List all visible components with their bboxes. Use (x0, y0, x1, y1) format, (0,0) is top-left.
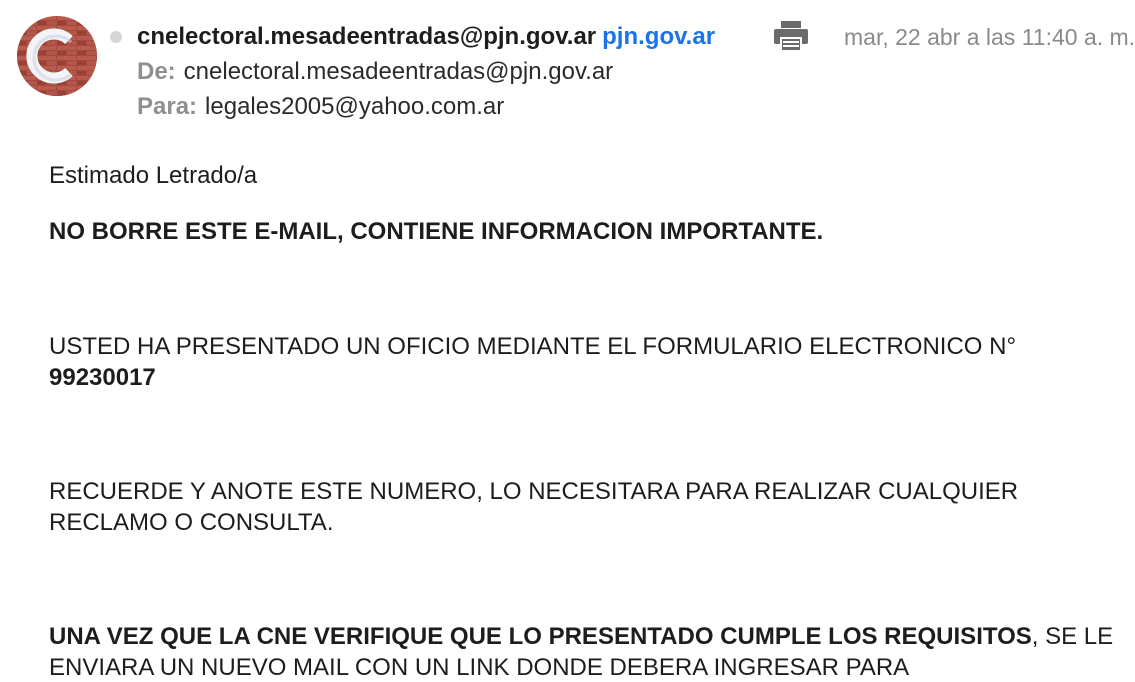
from-row: De: cnelectoral.mesadeentradas@pjn.gov.ar (137, 56, 613, 88)
verification-paragraph: UNA VEZ QUE LA CNE VERIFIQUE QUE LO PRES… (49, 621, 1124, 682)
print-button[interactable] (772, 19, 810, 53)
to-value[interactable]: legales2005@yahoo.com.ar (205, 93, 504, 120)
sender-avatar[interactable] (17, 16, 97, 96)
sender-logo-icon (17, 16, 97, 96)
printer-icon (774, 21, 808, 52)
sender-name[interactable]: cnelectoral.mesadeentradas@pjn.gov.ar (137, 23, 596, 50)
form-number-paragraph: USTED HA PRESENTADO UN OFICIO MEDIANTE E… (49, 331, 1124, 393)
reminder-paragraph: RECUERDE Y ANOTE ESTE NUMERO, LO NECESIT… (49, 478, 1019, 536)
email-view: cnelectoral.mesadeentradas@pjn.gov.ar pjn… (0, 0, 1135, 682)
email-date: mar, 22 abr a las 11:40 a. m. (844, 24, 1135, 50)
warning-text: NO BORRE ESTE E-MAIL, CONTIENE INFORMACI… (49, 218, 824, 245)
from-value[interactable]: cnelectoral.mesadeentradas@pjn.gov.ar (184, 58, 614, 85)
from-label: De: (137, 58, 176, 85)
form-number: 99230017 (49, 364, 156, 391)
form-number-text: USTED HA PRESENTADO UN OFICIO MEDIANTE E… (49, 333, 1017, 360)
unread-indicator (110, 31, 122, 43)
to-label: Para: (137, 93, 198, 120)
to-row: Para: legales2005@yahoo.com.ar (137, 91, 504, 123)
sender-line: cnelectoral.mesadeentradas@pjn.gov.ar pjn… (137, 20, 740, 54)
sender-domain-link[interactable]: pjn.gov.ar (602, 23, 715, 50)
verification-bold-text: UNA VEZ QUE LA CNE VERIFIQUE QUE LO PRES… (49, 623, 1032, 650)
greeting-text: Estimado Letrado/a (49, 162, 258, 189)
